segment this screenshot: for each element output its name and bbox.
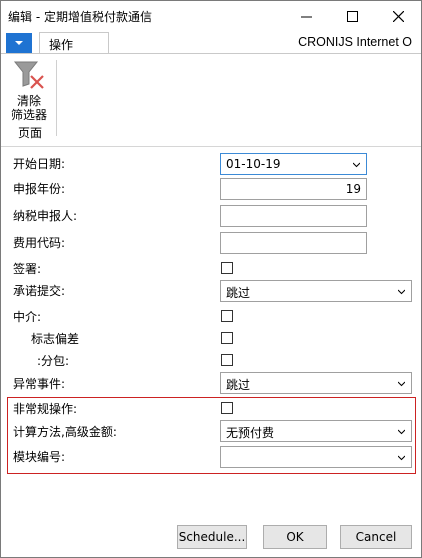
fee-code-field[interactable] bbox=[220, 232, 367, 254]
clear-filter-label-line1: 清除 bbox=[16, 94, 41, 108]
app-menu-dropdown-button[interactable] bbox=[6, 33, 32, 53]
chevron-down-icon bbox=[398, 455, 405, 461]
close-button[interactable] bbox=[375, 1, 421, 31]
window-title: 编辑 - 定期增值税付款通信 bbox=[8, 10, 152, 24]
clear-filter-button[interactable]: 清除 筛选器 bbox=[5, 56, 53, 122]
maximize-button[interactable] bbox=[329, 1, 375, 31]
irregular-checkbox[interactable] bbox=[221, 402, 233, 414]
dialog-window: 编辑 - 定期增值税付款通信 操作 CRONIJS Internet O 清除 … bbox=[0, 0, 422, 558]
calc-method-value: 无预付费 bbox=[226, 426, 275, 440]
taxpayer-field[interactable] bbox=[220, 205, 367, 227]
intermediary-checkbox[interactable] bbox=[221, 310, 233, 322]
report-year-label: 申报年份: bbox=[13, 182, 66, 196]
chevron-down-icon bbox=[398, 429, 405, 435]
intermediary-label: 中介: bbox=[13, 310, 42, 324]
title-bar: 编辑 - 定期增值税付款通信 bbox=[1, 1, 421, 31]
calc-method-label: 计算方法,高级金额: bbox=[13, 425, 117, 439]
chevron-down-icon bbox=[398, 381, 405, 387]
tab-actions-label: 操作 bbox=[49, 38, 74, 52]
close-icon bbox=[392, 10, 404, 22]
report-year-field[interactable]: 19 bbox=[220, 178, 367, 200]
ribbon-separator bbox=[56, 60, 57, 136]
chevron-down-icon bbox=[398, 289, 405, 295]
commitment-value: 跳过 bbox=[226, 286, 251, 300]
calc-method-dropdown[interactable]: 无预付费 bbox=[220, 420, 412, 442]
fee-code-label: 费用代码: bbox=[13, 236, 66, 250]
start-date-value: 01-10-19 bbox=[226, 157, 281, 171]
clear-filter-icon bbox=[13, 61, 44, 89]
module-no-dropdown[interactable] bbox=[220, 446, 412, 468]
irregular-label: 非常规操作: bbox=[13, 402, 78, 416]
chevron-down-icon[interactable] bbox=[353, 161, 360, 168]
flag-deviation-checkbox[interactable] bbox=[221, 332, 233, 344]
taxpayer-label: 纳税申报人: bbox=[13, 209, 78, 223]
abnormal-event-label: 异常事件: bbox=[13, 377, 66, 391]
signature-label: 签署: bbox=[13, 262, 42, 276]
start-date-label: 开始日期: bbox=[13, 157, 66, 171]
app-name: CRONIJS Internet O bbox=[298, 35, 412, 49]
clear-filter-label-line2: 筛选器 bbox=[10, 108, 47, 122]
commitment-dropdown[interactable]: 跳过 bbox=[220, 280, 412, 302]
ok-button[interactable]: OK bbox=[263, 525, 327, 549]
subsidiary-checkbox[interactable] bbox=[221, 354, 233, 366]
minimize-button[interactable] bbox=[283, 1, 329, 31]
cancel-button[interactable]: Cancel bbox=[340, 525, 412, 549]
ribbon-group-label: 页面 bbox=[17, 126, 42, 140]
abnormal-event-dropdown[interactable]: 跳过 bbox=[220, 372, 412, 394]
subsidiary-label: :分包: bbox=[37, 354, 70, 368]
minimize-icon bbox=[300, 16, 312, 17]
maximize-icon bbox=[346, 10, 358, 22]
tab-actions[interactable]: 操作 bbox=[39, 32, 109, 54]
schedule-button[interactable]: Schedule... bbox=[177, 525, 247, 549]
abnormal-event-value: 跳过 bbox=[226, 378, 251, 392]
commitment-label: 承诺提交: bbox=[13, 284, 66, 298]
module-no-label: 模块编号: bbox=[13, 450, 66, 464]
ribbon-panel: 清除 筛选器 页面 bbox=[1, 53, 421, 147]
signature-checkbox[interactable] bbox=[221, 262, 233, 274]
report-year-value: 19 bbox=[345, 182, 361, 196]
start-date-field[interactable]: 01-10-19 bbox=[220, 153, 367, 175]
flag-deviation-label: 标志偏差 bbox=[31, 332, 80, 346]
